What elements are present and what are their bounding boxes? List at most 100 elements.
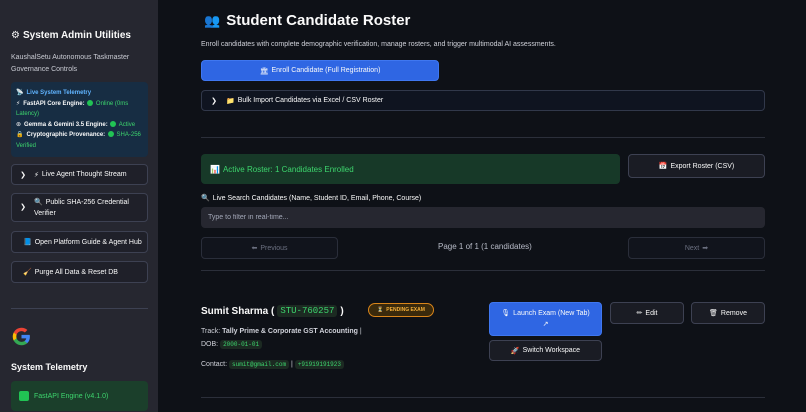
candidate-dob: DOB: 2000-01-01: [201, 340, 263, 349]
contact-phone: +91919191923: [294, 360, 344, 369]
status-dot-icon: [87, 99, 94, 106]
calendar-icon: 📅: [658, 163, 668, 170]
edit-button[interactable]: ✏ Edit: [610, 302, 684, 324]
rocket-icon: 🚀: [510, 347, 520, 355]
telemetry-core: ⚡ FastAPI Core Engine: Online (0ms Latenc…: [16, 99, 143, 120]
bank-icon: 🏛: [259, 67, 269, 75]
candidate-contact: Contact: sumit@gmail.com | +91919191923: [201, 360, 344, 369]
search-label-text: Live Search Candidates (Name, Student ID…: [212, 195, 422, 202]
divider: [201, 270, 765, 271]
verifier-label: Public SHA-256 Credential Verifier: [34, 198, 129, 217]
sidebar-title: ⚙ System Admin Utilities: [11, 30, 131, 41]
status-dot-icon: [107, 131, 114, 138]
contact-label: Contact:: [201, 361, 228, 368]
export-label: Export Roster (CSV): [670, 162, 735, 170]
roster-status-banner: 📊 Active Roster: 1 Candidates Enrolled: [201, 154, 620, 184]
purge-label: Purge All Data & Reset DB: [34, 268, 118, 276]
lightning-icon: ⚡: [34, 171, 39, 179]
previous-page-button[interactable]: ⬅ Previous: [201, 237, 338, 259]
candidate-id: STU-760257: [277, 305, 338, 317]
purge-data-button[interactable]: 🧹 Purge All Data & Reset DB: [11, 261, 148, 283]
remove-label: Remove: [720, 309, 747, 317]
telemetry-gemini: ⊛ Gemma & Gemini 3.5 Engine: Active: [16, 120, 143, 131]
lock-icon: 🔒: [16, 132, 24, 139]
sidebar-subtitle: KaushalSetu Autonomous Taskmaster Govern…: [11, 54, 130, 73]
folder-icon: 📁: [226, 97, 235, 105]
telemetry-panel: 📡 Live System Telemetry ⚡ FastAPI Core Eng…: [11, 82, 148, 157]
book-icon: 📘: [23, 239, 32, 246]
launch-label: Launch Exam (New Tab): [513, 310, 590, 317]
next-label: Next: [684, 244, 700, 252]
candidate-name: Sumit Sharma (STU-760257): [201, 305, 344, 317]
contact-email: sumit@gmail.com: [229, 360, 290, 369]
thought-stream-label: Live Agent Thought Stream: [41, 171, 127, 178]
chevron-right-icon: ❯: [211, 97, 217, 105]
status-square-icon: [19, 391, 29, 401]
telemetry-heading-text: Live System Telemetry: [26, 90, 92, 96]
fastapi-status-badge: FastAPI Engine (v4.1.0): [11, 381, 148, 411]
microphone-icon: 🎙: [501, 310, 511, 317]
candidate-name-text: Sumit Sharma: [201, 305, 269, 317]
people-icon: 👥: [204, 12, 221, 28]
core-label: FastAPI Core Engine:: [23, 100, 85, 107]
crypto-label: Cryptographic Provenance:: [26, 132, 106, 139]
gemini-label: Gemma & Gemini 3.5 Engine:: [24, 121, 108, 128]
pencil-icon: ✏: [636, 310, 643, 317]
page-description: Enroll candidates with complete demograp…: [201, 41, 556, 48]
satellite-icon: 📡: [16, 90, 24, 96]
chevron-right-icon: ❯: [20, 171, 26, 179]
status-dot-icon: [110, 120, 117, 127]
pagination-info: Page 1 of 1 (1 candidates): [438, 242, 532, 251]
gemini-status: Active: [118, 121, 136, 128]
trash-icon: 🗑: [709, 310, 718, 317]
enroll-candidate-button[interactable]: 🏛 Enroll Candidate (Full Registration): [201, 60, 439, 81]
edit-label: Edit: [645, 309, 658, 317]
next-page-button[interactable]: Next ➡: [628, 237, 765, 259]
broom-icon: 🧹: [23, 269, 32, 276]
status-text: PENDING EXAM: [386, 307, 425, 313]
bulk-import-label: Bulk Import Candidates via Excel / CSV R…: [237, 97, 384, 104]
bar-chart-icon: 📊: [210, 164, 220, 174]
dob-label: DOB:: [201, 341, 219, 348]
arrow-left-icon: ⬅: [251, 245, 258, 252]
external-link-icon: ↗: [542, 321, 549, 328]
google-logo-icon: [12, 327, 30, 346]
track-value: Tally Prime & Corporate GST Accounting: [222, 328, 358, 335]
launch-exam-button[interactable]: 🎙 Launch Exam (New Tab) ↗: [489, 302, 602, 336]
divider: [201, 137, 765, 138]
candidate-track: Track: Tally Prime & Corporate GST Accou…: [201, 328, 362, 335]
divider: [201, 397, 765, 398]
lightning-icon: ⚡: [16, 100, 21, 107]
status-badge: ⏳ PENDING EXAM: [368, 303, 434, 317]
search-input[interactable]: [201, 207, 765, 228]
main-content: 👥 Student Candidate Roster Enroll candida…: [158, 0, 806, 412]
remove-button[interactable]: 🗑 Remove: [691, 302, 765, 324]
previous-label: Previous: [260, 244, 288, 252]
system-telemetry-title: System Telemetry: [11, 362, 88, 372]
dob-value: 2000-01-01: [220, 340, 263, 349]
telemetry-crypto: 🔒 Cryptographic Provenance: SHA-256 Verif…: [16, 130, 143, 151]
magnifier-icon: 🔍: [34, 198, 43, 206]
brain-icon: ⊛: [16, 121, 22, 128]
sidebar-divider: [11, 308, 148, 309]
track-label: Track:: [201, 328, 221, 335]
magnifier-icon: 🔍: [201, 195, 210, 202]
page-title-text: Student Candidate Roster: [226, 12, 411, 29]
verifier-text: 🔍 Public SHA-256 Credential Verifier: [34, 197, 139, 219]
bulk-import-expander[interactable]: ❯ 📁 Bulk Import Candidates via Excel / CS…: [201, 90, 765, 111]
roster-status-text: Active Roster: 1 Candidates Enrolled: [222, 164, 354, 174]
sidebar-title-text: System Admin Utilities: [22, 30, 131, 41]
platform-guide-button[interactable]: 📘 Open Platform Guide & Agent Hub: [11, 231, 148, 253]
guide-label: Open Platform Guide & Agent Hub: [34, 238, 142, 246]
hourglass-icon: ⏳: [377, 307, 384, 313]
verifier-expander[interactable]: ❯ 🔍 Public SHA-256 Credential Verifier: [11, 193, 148, 222]
thought-stream-expander[interactable]: ❯ ⚡ Live Agent Thought Stream: [11, 164, 148, 185]
gear-icon: ⚙: [11, 30, 20, 41]
sidebar: ⚙ System Admin Utilities KaushalSetu Auto…: [0, 0, 158, 412]
page-title: 👥 Student Candidate Roster: [204, 12, 410, 29]
telemetry-heading: 📡 Live System Telemetry: [16, 88, 143, 99]
switch-workspace-button[interactable]: 🚀 Switch Workspace: [489, 340, 602, 361]
search-label: 🔍 Live Search Candidates (Name, Student I…: [201, 194, 421, 202]
export-roster-button[interactable]: 📅 Export Roster (CSV): [628, 154, 765, 178]
chevron-right-icon: ❯: [20, 204, 26, 211]
